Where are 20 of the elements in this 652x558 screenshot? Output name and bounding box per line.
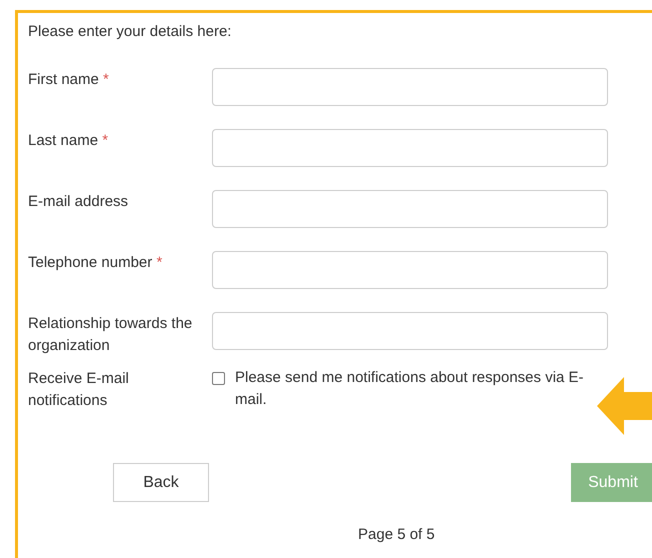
- input-field[interactable]: [212, 251, 608, 289]
- checkbox-label: Please send me notifications about responses via E-mail.: [235, 368, 585, 410]
- intro-text: Please enter your details here:: [28, 22, 232, 42]
- field-label: Last name: [28, 132, 98, 149]
- field-label: First name: [28, 71, 99, 88]
- field-label: Telephone number: [28, 254, 152, 271]
- input-field[interactable]: [212, 312, 608, 350]
- arrow-icon: [597, 377, 652, 435]
- required-asterisk: *: [156, 254, 162, 271]
- checkbox[interactable]: [212, 372, 225, 385]
- input-field[interactable]: [212, 129, 608, 167]
- field-label: E-mail address: [28, 193, 128, 210]
- field-label: Receive E-mail notifications: [28, 370, 129, 409]
- required-asterisk: *: [102, 132, 108, 149]
- field-label: Relationship towards the organization: [28, 315, 192, 354]
- back-button[interactable]: Back: [113, 463, 209, 502]
- input-field[interactable]: [212, 190, 608, 228]
- input-field[interactable]: [212, 68, 608, 106]
- required-asterisk: *: [103, 71, 109, 88]
- page-indicator: Page 5 of 5: [358, 525, 436, 545]
